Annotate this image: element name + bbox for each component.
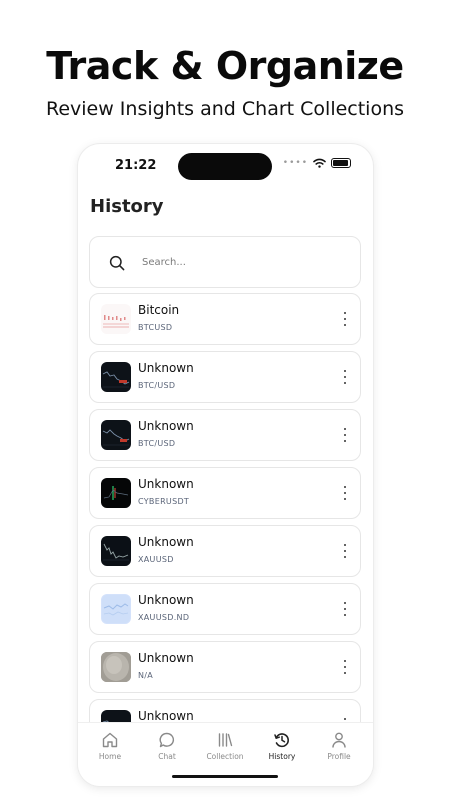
- tab-history[interactable]: History: [254, 731, 310, 761]
- tab-chat[interactable]: Chat: [139, 731, 195, 761]
- phone-frame: 21:22 •••• History Search... Bitcoin BTC…: [78, 144, 373, 786]
- item-symbol: BTCUSD: [138, 323, 173, 332]
- tab-label: Home: [98, 752, 122, 761]
- more-options-icon[interactable]: [342, 370, 348, 384]
- item-symbol: XAUUSD: [138, 555, 174, 564]
- page-title: History: [90, 196, 164, 217]
- more-options-icon[interactable]: [342, 660, 348, 674]
- status-time: 21:22: [115, 158, 157, 173]
- signal-icon: ••••: [282, 158, 308, 168]
- search-input[interactable]: [142, 251, 342, 273]
- item-title: Unknown: [138, 535, 194, 549]
- tab-profile[interactable]: Profile: [311, 731, 367, 761]
- item-title: Unknown: [138, 593, 194, 607]
- history-item[interactable]: Bitcoin BTCUSD: [89, 293, 361, 345]
- item-title: Unknown: [138, 361, 194, 375]
- chart-thumbnail: [101, 362, 131, 392]
- item-title: Unknown: [138, 477, 194, 491]
- history-item[interactable]: Unknown: [89, 699, 361, 723]
- item-symbol: CYBERUSDT: [138, 497, 190, 506]
- more-options-icon[interactable]: [342, 312, 348, 326]
- tab-bar: Home Chat Collection History Profile: [78, 722, 373, 786]
- wifi-icon: [313, 158, 326, 168]
- tab-label: Profile: [327, 752, 351, 761]
- more-options-icon[interactable]: [342, 602, 348, 616]
- history-item[interactable]: Unknown BTC/USD: [89, 351, 361, 403]
- item-symbol: BTC/USD: [138, 381, 176, 390]
- tab-label: Chat: [158, 752, 176, 761]
- history-item[interactable]: Unknown BTC/USD: [89, 409, 361, 461]
- item-symbol: N/A: [138, 671, 154, 680]
- hero-title: Track & Organize: [46, 44, 404, 88]
- home-icon: [102, 732, 118, 748]
- item-title: Unknown: [138, 651, 194, 665]
- chart-thumbnail: [101, 304, 131, 334]
- item-title: Bitcoin: [138, 303, 180, 317]
- history-item[interactable]: Unknown XAUUSD: [89, 525, 361, 577]
- chart-thumbnail: [101, 420, 131, 450]
- search-icon: [109, 255, 125, 271]
- profile-icon: [332, 732, 346, 748]
- tab-home[interactable]: Home: [82, 731, 138, 761]
- history-item[interactable]: Unknown CYBERUSDT: [89, 467, 361, 519]
- status-indicators: ••••: [283, 158, 351, 168]
- tab-collection[interactable]: Collection: [197, 731, 253, 761]
- tab-label: Collection: [206, 752, 244, 761]
- chart-thumbnail: [101, 536, 131, 566]
- item-symbol: XAUUSD.ND: [138, 613, 190, 622]
- item-title: Unknown: [138, 709, 194, 723]
- search-bar[interactable]: [89, 236, 361, 288]
- chart-thumbnail: [101, 478, 131, 508]
- more-options-icon[interactable]: [342, 486, 348, 500]
- item-title: Unknown: [138, 419, 194, 433]
- collection-icon: [218, 733, 233, 747]
- battery-icon: [331, 158, 351, 168]
- history-item[interactable]: Unknown XAUUSD.ND: [89, 583, 361, 635]
- tab-label: History: [268, 752, 296, 761]
- dynamic-island: [178, 153, 272, 180]
- more-options-icon[interactable]: [342, 544, 348, 558]
- more-options-icon[interactable]: [342, 428, 348, 442]
- hero-subtitle: Review Insights and Chart Collections: [45, 98, 405, 120]
- photo-thumbnail: [101, 652, 131, 682]
- chat-icon: [159, 732, 175, 748]
- history-item[interactable]: Unknown N/A: [89, 641, 361, 693]
- item-symbol: BTC/USD: [138, 439, 176, 448]
- history-list: Bitcoin BTCUSD Unknown BTC/USD Unknown B…: [89, 293, 361, 723]
- home-indicator: [172, 774, 278, 778]
- chart-thumbnail: [101, 594, 131, 624]
- history-icon: [274, 733, 289, 748]
